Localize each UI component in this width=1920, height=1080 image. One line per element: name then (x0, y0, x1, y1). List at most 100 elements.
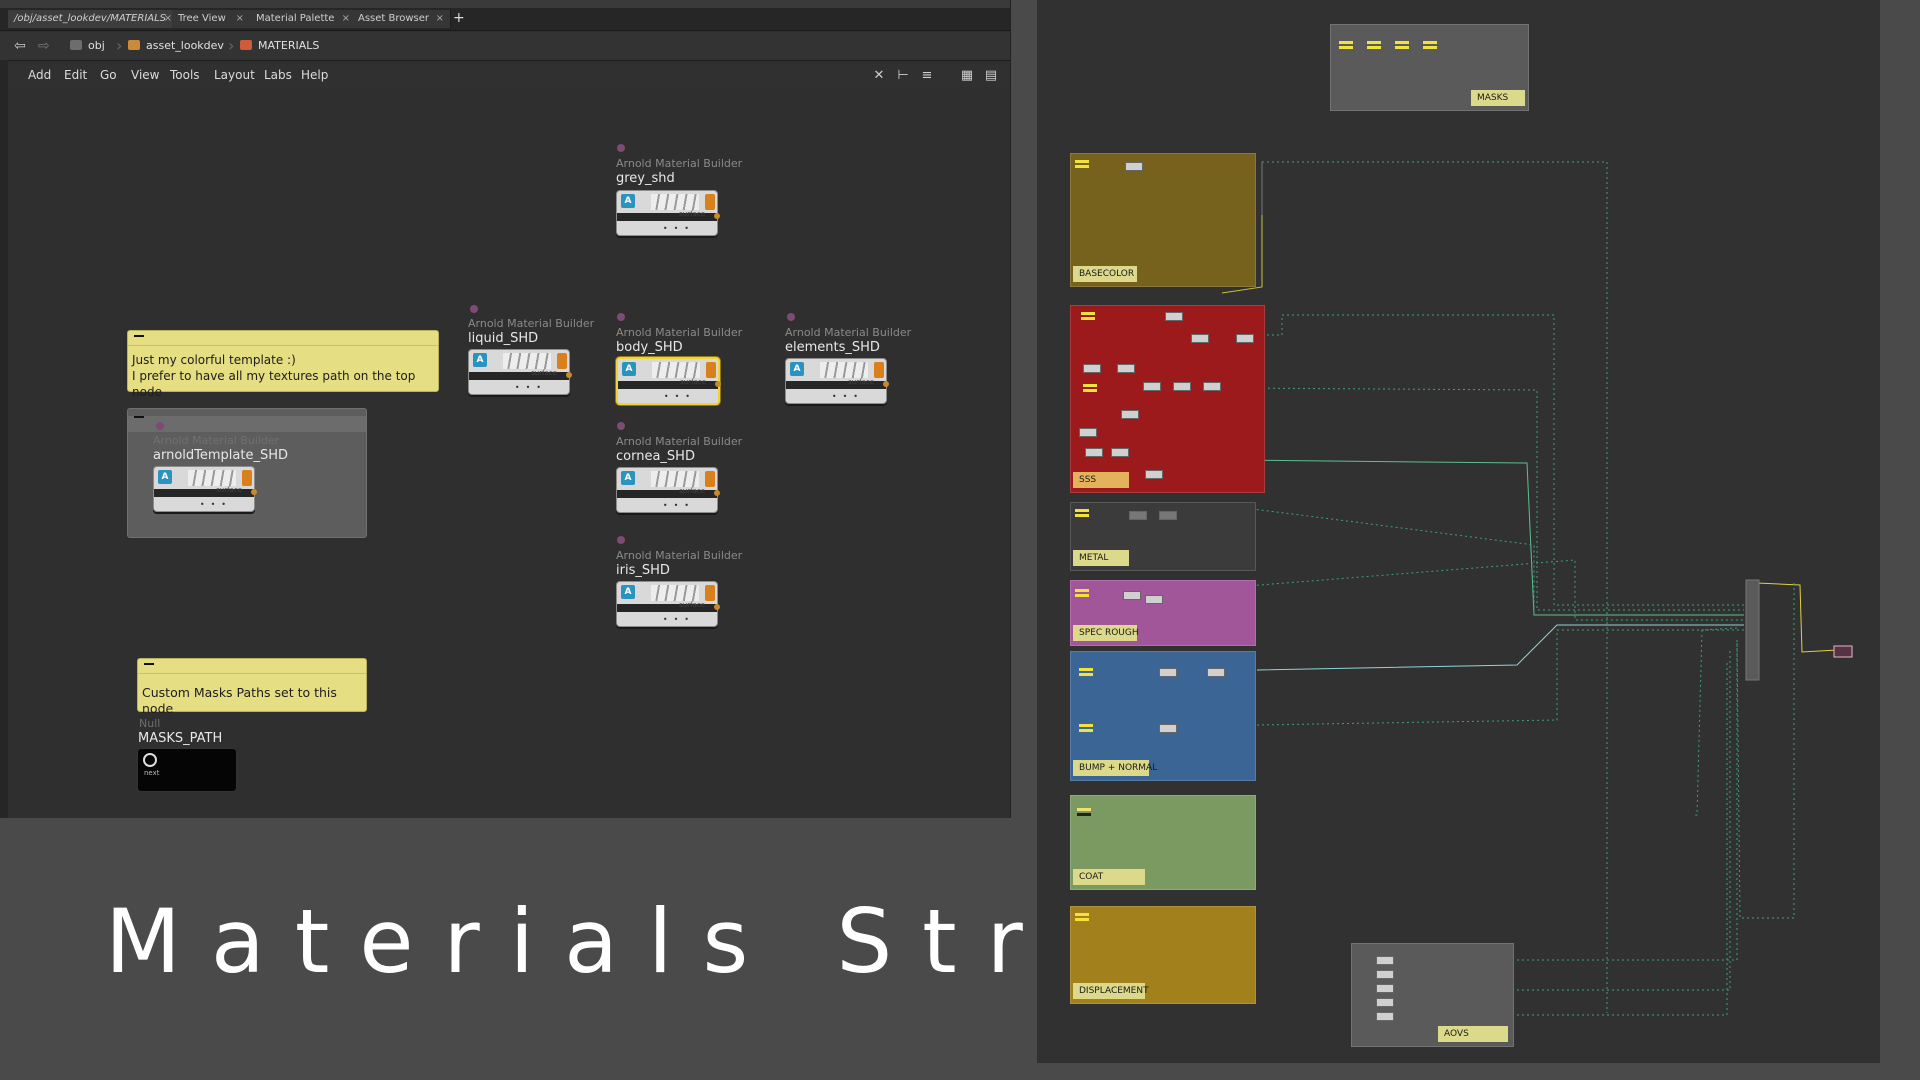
shader-node[interactable] (1173, 382, 1191, 391)
tab-asset-browser[interactable]: Asset Browser × (352, 10, 451, 28)
node-name-grey[interactable]: grey_shd (616, 171, 675, 186)
breadcrumb-obj[interactable]: obj (70, 37, 105, 55)
group-spec-rough[interactable]: SPEC ROUGH (1070, 580, 1256, 646)
group-masks[interactable]: MASKS (1330, 24, 1529, 111)
arnold-logo-icon: A (621, 585, 635, 599)
node-name-liquid[interactable]: liquid_SHD (468, 331, 538, 346)
group-label: BASECOLOR (1073, 266, 1137, 282)
group-bump-normal[interactable]: BUMP + NORMAL (1070, 651, 1256, 781)
shader-node[interactable] (1111, 448, 1129, 457)
shader-node[interactable] (1125, 162, 1143, 171)
add-tab-button[interactable]: + (453, 9, 465, 27)
output-port[interactable] (251, 489, 257, 495)
shader-node[interactable] (1159, 724, 1177, 733)
close-icon[interactable]: × (436, 10, 444, 28)
group-metal[interactable]: METAL (1070, 502, 1256, 571)
node-name-template[interactable]: arnoldTemplate_SHD (153, 448, 288, 463)
shader-node[interactable] (1083, 364, 1101, 373)
shader-node[interactable] (1123, 591, 1141, 600)
node-body-shd[interactable]: A surface ••• (616, 357, 721, 405)
aov-node[interactable] (1376, 998, 1394, 1007)
menu-add[interactable]: Add (28, 68, 51, 82)
aov-node[interactable] (1376, 984, 1394, 993)
grid-icon[interactable]: ▦ (960, 69, 974, 83)
group-displacement[interactable]: DISPLACEMENT (1070, 906, 1256, 1004)
group-basecolor[interactable]: BASECOLOR (1070, 153, 1256, 287)
tab-tree-view[interactable]: Tree View × (172, 10, 251, 28)
menu-tools[interactable]: Tools (170, 68, 200, 82)
group-sss[interactable]: SSS (1070, 305, 1265, 493)
close-icon[interactable]: × (164, 10, 172, 28)
details-icon[interactable]: ▤ (984, 69, 998, 83)
chevron-right-icon: › (228, 36, 235, 55)
menu-layout[interactable]: Layout (214, 68, 255, 82)
tree-icon[interactable]: ⊢ (896, 69, 910, 83)
breadcrumb-asset-lookdev[interactable]: asset_lookdev (128, 37, 224, 55)
shader-node[interactable] (1143, 382, 1161, 391)
close-icon[interactable]: × (342, 10, 350, 28)
shader-node[interactable] (1203, 382, 1221, 391)
shader-node[interactable] (1085, 448, 1103, 457)
node-name-iris[interactable]: iris_SHD (616, 563, 670, 578)
node-masks-path[interactable]: next (137, 748, 237, 792)
surface-port-label: surface (680, 378, 706, 386)
output-port[interactable] (714, 604, 720, 610)
wrench-icon[interactable]: ✕ (872, 69, 886, 83)
shader-node[interactable] (1207, 668, 1225, 677)
shader-node[interactable] (1129, 511, 1147, 520)
node-name-cornea[interactable]: cornea_SHD (616, 449, 695, 464)
aov-node[interactable] (1376, 1012, 1394, 1021)
sticky-note-template[interactable]: Just my colorful template :) I prefer to… (127, 330, 439, 399)
node-iris-shd[interactable]: A surface ••• (616, 581, 720, 627)
sticky-note-masks[interactable]: Custom Masks Paths set to this node (137, 658, 367, 716)
node-name-masks-path[interactable]: MASKS_PATH (138, 731, 222, 746)
output-port[interactable] (715, 381, 721, 387)
aov-node[interactable] (1376, 970, 1394, 979)
shader-node[interactable] (1159, 668, 1177, 677)
node-cornea-shd[interactable]: A surface ••• (616, 467, 720, 513)
node-type-label: Arnold Material Builder (153, 434, 280, 447)
menu-go[interactable]: Go (100, 68, 117, 82)
shader-node[interactable] (1159, 511, 1177, 520)
group-aovs[interactable]: AOVS (1351, 943, 1514, 1047)
node-name-body[interactable]: body_SHD (616, 340, 683, 355)
shader-node[interactable] (1236, 334, 1254, 343)
node-liquid-shd[interactable]: A surface ••• (468, 349, 572, 395)
output-port[interactable] (714, 213, 720, 219)
output-port[interactable] (883, 381, 889, 387)
shader-node[interactable] (1117, 364, 1135, 373)
menu-edit[interactable]: Edit (64, 68, 87, 82)
node-elements-shd[interactable]: A surface ••• (785, 358, 889, 404)
shader-node[interactable] (1145, 470, 1163, 479)
tab-material-palette[interactable]: Material Palette × (250, 10, 357, 28)
node-flag-icon (470, 305, 478, 313)
node-grey-shd[interactable]: A surface ••• (616, 190, 720, 236)
surface-port-label: surface (531, 369, 557, 377)
shader-node[interactable] (1079, 428, 1097, 437)
forward-arrow-icon[interactable]: ⇨ (38, 37, 50, 55)
back-arrow-icon[interactable]: ⇦ (14, 37, 26, 55)
shader-node[interactable] (1145, 595, 1163, 604)
shader-node[interactable] (1165, 312, 1183, 321)
menu-help[interactable]: Help (301, 68, 328, 82)
node-type-label: Arnold Material Builder (468, 317, 595, 330)
group-coat[interactable]: COAT (1070, 795, 1256, 890)
shader-node[interactable] (1121, 410, 1139, 419)
list-icon[interactable]: ≡ (920, 69, 934, 83)
breadcrumb-materials[interactable]: MATERIALS (240, 37, 319, 55)
node-type-label: Arnold Material Builder (616, 549, 743, 562)
aov-node[interactable] (1376, 956, 1394, 965)
tab-network-path[interactable]: /obj/asset_lookdev/MATERIALS × (8, 10, 179, 28)
menu-view[interactable]: View (131, 68, 159, 82)
group-label: AOVS (1438, 1026, 1508, 1042)
output-port[interactable] (566, 372, 572, 378)
close-icon[interactable]: × (236, 10, 244, 28)
node-name-elements[interactable]: elements_SHD (785, 340, 880, 355)
output-port[interactable] (714, 490, 720, 496)
tab-label: Material Palette (256, 13, 335, 24)
node-arnold-template-shd[interactable]: A surface ••• (153, 466, 257, 512)
shader-node[interactable] (1191, 334, 1209, 343)
menu-labs[interactable]: Labs (264, 68, 292, 82)
node-flag-icon (617, 144, 625, 152)
node-flag-icon (617, 422, 625, 430)
